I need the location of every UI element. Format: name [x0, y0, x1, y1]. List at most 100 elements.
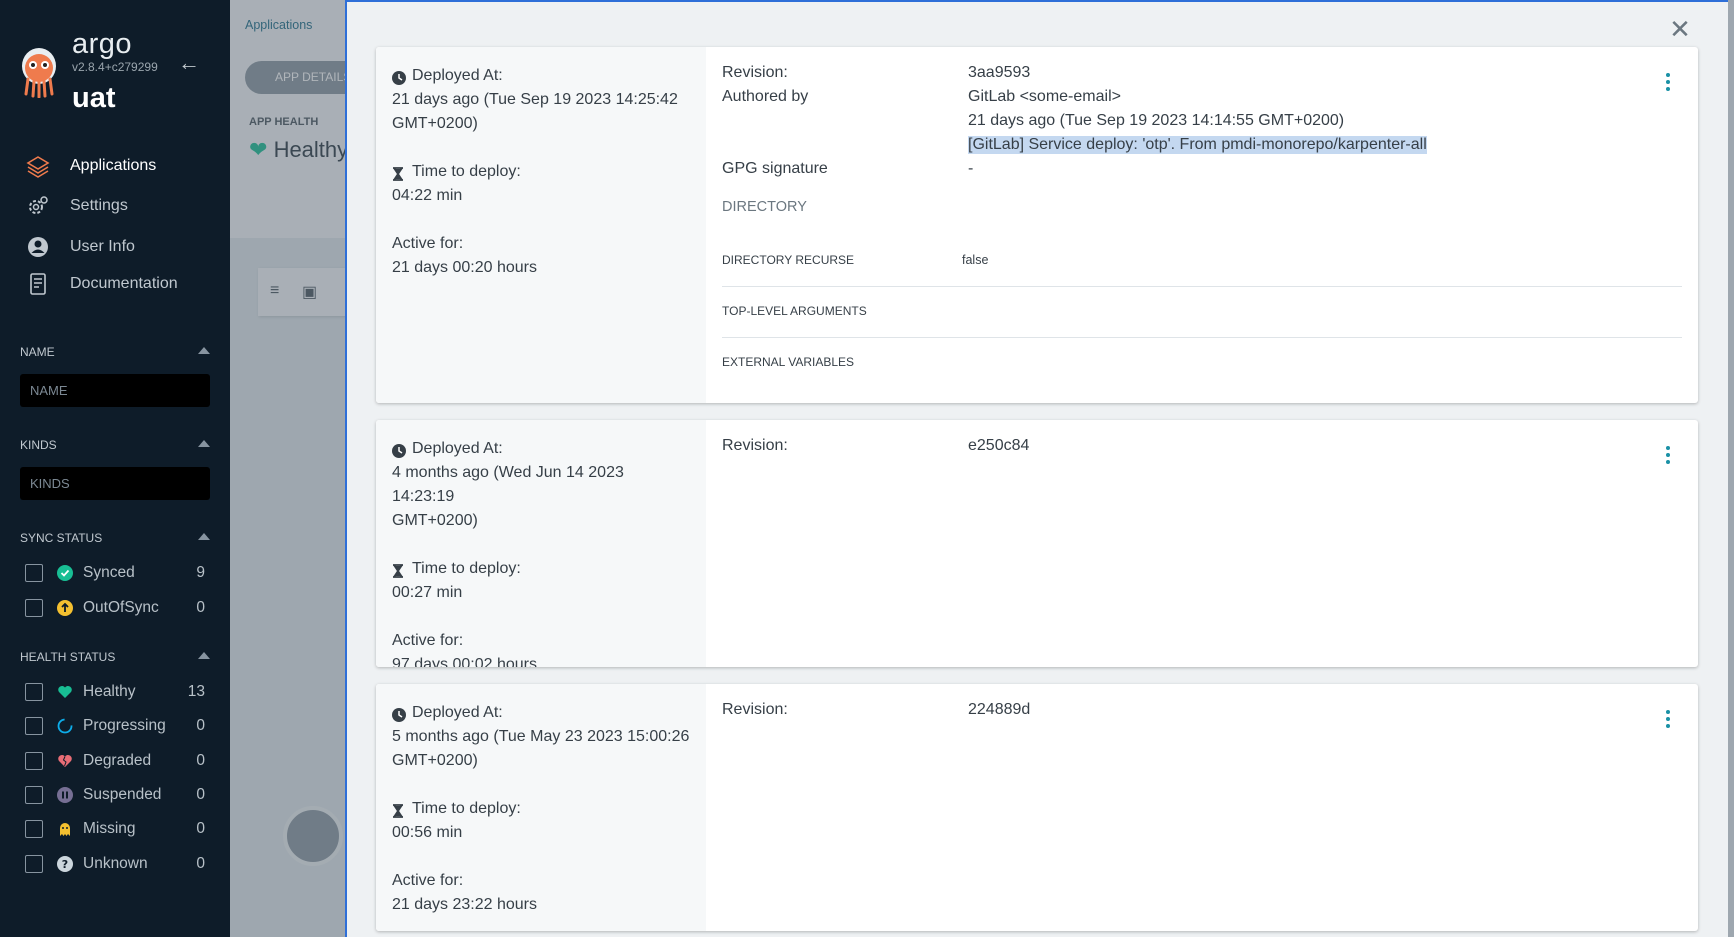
revision-label: Revision:	[722, 437, 788, 454]
checkbox[interactable]	[25, 786, 43, 804]
filter-sync-header[interactable]: SYNC STATUS	[20, 531, 210, 545]
filter-degraded[interactable]: Degraded 0	[25, 750, 205, 772]
history-entry: Deployed At: 4 months ago (Wed Jun 14 20…	[376, 420, 1698, 667]
filter-title: NAME	[20, 345, 55, 359]
filter-missing[interactable]: Missing 0	[25, 818, 205, 840]
checkbox[interactable]	[25, 820, 43, 838]
external-vars-label: EXTERNAL VARIABLES	[722, 355, 855, 369]
checkbox[interactable]	[25, 855, 43, 873]
active-for-label: Active for:	[392, 872, 464, 889]
filter-kinds-header[interactable]: KINDS	[20, 438, 210, 452]
gears-icon	[26, 194, 50, 218]
checkbox[interactable]	[25, 564, 43, 582]
question-circle-icon: ?	[57, 856, 73, 872]
instance-name: uat	[72, 82, 116, 114]
filter-label: Degraded	[83, 752, 152, 769]
clock-icon	[392, 706, 406, 722]
hourglass-icon	[392, 165, 406, 181]
top-level-args-label: TOP-LEVEL ARGUMENTS	[722, 304, 867, 318]
revision-label: Revision:	[722, 64, 788, 81]
filter-label: Unknown	[83, 855, 148, 872]
filter-health-header[interactable]: HEALTH STATUS	[20, 650, 210, 664]
heart-icon	[57, 684, 73, 700]
more-options-icon[interactable]	[1658, 707, 1678, 731]
filter-title: HEALTH STATUS	[20, 650, 116, 664]
filter-count: 0	[196, 717, 205, 734]
deployed-at-value-tz: GMT+0200)	[392, 512, 478, 529]
deploy-info: Deployed At: 4 months ago (Wed Jun 14 20…	[376, 420, 706, 667]
nav-item-documentation[interactable]: Documentation	[26, 271, 178, 297]
active-for-value: 21 days 00:20 hours	[392, 259, 537, 276]
revision-info: Revision: 3aa9593 Authored by GitLab <so…	[706, 47, 1698, 403]
label-text: Time to deploy:	[412, 163, 521, 180]
filter-outofsync[interactable]: OutOfSync 0	[25, 597, 205, 619]
commit-message: [GitLab] Service deploy: 'otp'. From pmd…	[968, 136, 1427, 154]
filter-title: KINDS	[20, 438, 57, 452]
history-entry: Deployed At: 5 months ago (Tue May 23 20…	[376, 684, 1698, 931]
revision-value[interactable]: 3aa9593	[968, 64, 1030, 82]
revision-info: Revision: 224889d	[706, 684, 1698, 931]
collapse-sidebar-icon[interactable]: ←	[178, 50, 200, 76]
outofsync-arrow-icon	[57, 600, 73, 616]
divider	[722, 337, 1682, 338]
revision-label: Revision:	[722, 701, 788, 718]
checkbox[interactable]	[25, 717, 43, 735]
kinds-filter-input[interactable]: KINDS	[20, 467, 210, 500]
filter-progressing[interactable]: Progressing 0	[25, 715, 205, 737]
filter-count: 0	[196, 855, 205, 872]
filter-unknown[interactable]: ? Unknown 0	[25, 853, 205, 875]
filter-suspended[interactable]: Suspended 0	[25, 784, 205, 806]
label-text: Deployed At:	[412, 440, 503, 457]
name-filter-input[interactable]: NAME	[20, 374, 210, 407]
collapse-caret-icon[interactable]	[198, 533, 210, 540]
more-options-icon[interactable]	[1658, 443, 1678, 467]
checkbox[interactable]	[25, 683, 43, 701]
nav-item-settings[interactable]: Settings	[26, 193, 128, 219]
directory-recurse-label: DIRECTORY RECURSE	[722, 253, 855, 267]
hourglass-icon	[392, 562, 406, 578]
label-text: Time to deploy:	[412, 800, 521, 817]
revision-value[interactable]: e250c84	[968, 437, 1029, 455]
nav-item-applications[interactable]: Applications	[26, 153, 156, 179]
filter-label: Healthy	[83, 683, 136, 700]
checkbox[interactable]	[25, 599, 43, 617]
filter-label: Synced	[83, 564, 135, 581]
deploy-info: Deployed At: 21 days ago (Tue Sep 19 202…	[376, 47, 706, 403]
active-for-label: Active for:	[392, 632, 464, 649]
filter-count: 0	[196, 820, 205, 837]
deployed-at-value: 21 days ago (Tue Sep 19 2023 14:25:42	[392, 91, 678, 108]
checkbox[interactable]	[25, 752, 43, 770]
active-for-value: 21 days 23:22 hours	[392, 896, 537, 913]
time-to-deploy-value: 00:27 min	[392, 584, 463, 601]
argo-logo-icon[interactable]	[18, 46, 60, 99]
time-to-deploy-label: Time to deploy:	[392, 557, 690, 581]
sidebar: argo v2.8.4+c279299 uat ← Applications S…	[0, 0, 230, 937]
time-to-deploy-value: 04:22 min	[392, 187, 463, 204]
label-text: Deployed At:	[412, 704, 503, 721]
synced-check-icon	[57, 565, 73, 581]
deployed-at-label: Deployed At:	[392, 437, 690, 461]
filter-healthy[interactable]: Healthy 13	[25, 681, 205, 703]
deployed-at-label: Deployed At:	[392, 64, 690, 88]
label-text: Deployed At:	[412, 67, 503, 84]
revision-info: Revision: e250c84	[706, 420, 1698, 667]
author-value: GitLab <some-email>	[968, 88, 1121, 105]
filter-label: Missing	[83, 820, 136, 837]
filter-count: 9	[196, 564, 205, 581]
filter-synced[interactable]: Synced 9	[25, 562, 205, 584]
collapse-caret-icon[interactable]	[198, 440, 210, 447]
filter-label: Progressing	[83, 717, 166, 734]
more-options-icon[interactable]	[1658, 70, 1678, 94]
hourglass-icon	[392, 802, 406, 818]
filter-count: 13	[187, 683, 205, 700]
deployed-at-value-tz: GMT+0200)	[392, 115, 478, 132]
authored-by-label: Authored by	[722, 88, 809, 105]
close-icon[interactable]: ✕	[1665, 14, 1695, 44]
collapse-caret-icon[interactable]	[198, 347, 210, 354]
collapse-caret-icon[interactable]	[198, 652, 210, 659]
revision-value[interactable]: 224889d	[968, 701, 1030, 719]
filter-label: Suspended	[83, 786, 162, 803]
filter-name-header[interactable]: NAME	[20, 345, 210, 359]
nav-item-user-info[interactable]: User Info	[26, 234, 135, 260]
pause-circle-icon	[57, 787, 73, 803]
